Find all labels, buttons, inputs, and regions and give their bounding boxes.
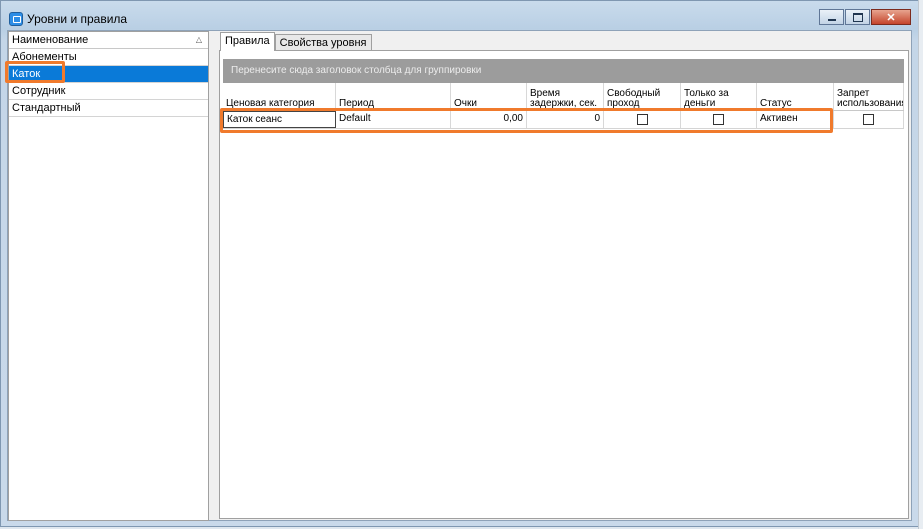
cell-free-pass[interactable]: [604, 111, 681, 128]
list-item-label: Стандартный: [12, 102, 81, 114]
list-item-abonements[interactable]: Абонементы: [9, 49, 208, 66]
column-header-money-only[interactable]: Только за деньги: [681, 83, 757, 110]
list-item-label: Сотрудник: [12, 85, 66, 97]
maximize-icon: [852, 12, 863, 22]
tab-level-properties[interactable]: Свойства уровня: [274, 34, 372, 51]
list-item-standartny[interactable]: Стандартный: [9, 100, 208, 117]
levels-list-header[interactable]: Наименование △: [9, 32, 208, 49]
free-pass-checkbox[interactable]: [636, 114, 648, 125]
cell-points[interactable]: 0,00: [451, 111, 527, 128]
minimize-icon: [827, 18, 836, 21]
minimize-button[interactable]: [819, 9, 844, 25]
column-header-period[interactable]: Период: [336, 83, 451, 110]
column-header-usage-ban[interactable]: Запрет использования: [834, 83, 904, 110]
column-header-points[interactable]: Очки: [451, 83, 527, 110]
cell-period[interactable]: Default: [336, 111, 451, 128]
column-header-price-category[interactable]: Ценовая категория: [223, 83, 336, 110]
cell-usage-ban[interactable]: [834, 111, 904, 128]
list-item-label: Абонементы: [12, 51, 77, 63]
sort-asc-icon: △: [195, 35, 202, 44]
rules-grid: Ценовая категория Период Очки Время заде…: [223, 83, 904, 129]
list-item-katok[interactable]: Каток: [9, 66, 208, 83]
close-button[interactable]: ✕: [871, 9, 911, 25]
rules-panel: Перенесите сюда заголовок столбца для гр…: [219, 50, 909, 519]
grid-header: Ценовая категория Период Очки Время заде…: [223, 83, 904, 111]
maximize-button[interactable]: [845, 9, 870, 25]
column-header-free-pass[interactable]: Свободный проход: [604, 83, 681, 110]
close-icon: ✕: [886, 11, 896, 24]
money-only-checkbox[interactable]: [713, 114, 724, 125]
list-item-label: Каток: [12, 68, 41, 80]
levels-list: Наименование △ Абонементы Каток Сотрудни…: [8, 31, 209, 521]
usage-ban-checkbox[interactable]: [863, 114, 874, 125]
list-item-sotrudnik[interactable]: Сотрудник: [9, 83, 208, 100]
title-bar[interactable]: Уровни и правила ✕: [1, 1, 918, 33]
cell-price-category[interactable]: Каток сеанс: [223, 111, 336, 128]
cell-status[interactable]: Активен: [757, 111, 834, 128]
column-header-delay[interactable]: Время задержки, сек.: [527, 83, 604, 110]
tab-rules[interactable]: Правила: [220, 32, 275, 51]
cell-delay[interactable]: 0: [527, 111, 604, 128]
background-scrollbar: [918, 0, 923, 529]
cell-money-only[interactable]: [681, 111, 757, 128]
table-row[interactable]: Каток сеанс Default 0,00 0 Активен: [223, 111, 904, 129]
app-icon: [9, 12, 23, 26]
tab-strip: Правила Свойства уровня: [220, 32, 372, 51]
window-title: Уровни и правила: [27, 12, 128, 26]
client-area: Наименование △ Абонементы Каток Сотрудни…: [7, 30, 912, 521]
main-window: Уровни и правила ✕ Наименование △ Абонем…: [0, 0, 919, 527]
group-by-panel[interactable]: Перенесите сюда заголовок столбца для гр…: [223, 59, 904, 83]
column-header-status[interactable]: Статус: [757, 83, 834, 110]
window-controls: ✕: [819, 9, 911, 25]
levels-list-header-label: Наименование: [12, 34, 89, 46]
